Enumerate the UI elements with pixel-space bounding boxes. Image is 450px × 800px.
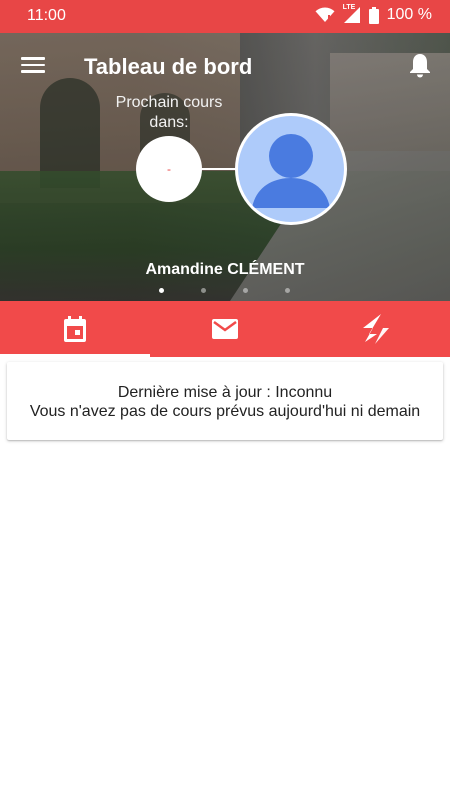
schedule-card: Dernière mise à jour : Inconnu Vous n'av… — [7, 362, 443, 440]
carousel-dot[interactable] — [159, 288, 164, 293]
menu-icon — [21, 57, 45, 60]
tab-bar — [0, 301, 450, 357]
tab-activity[interactable] — [300, 301, 450, 357]
last-update-text: Dernière mise à jour : Inconnu — [117, 384, 333, 401]
next-course-label: Prochain cours dans: — [115, 94, 223, 131]
lightning-icon — [363, 314, 389, 344]
notifications-button[interactable] — [409, 52, 435, 80]
calendar-icon — [64, 316, 86, 342]
user-avatar-icon — [238, 116, 344, 222]
battery-icon — [368, 6, 379, 24]
battery-percent: 100 % — [386, 6, 432, 23]
status-time: 11:00 — [27, 7, 66, 24]
avatar[interactable] — [235, 113, 347, 225]
tab-messages[interactable] — [150, 301, 300, 357]
page-title: Tableau de bord — [84, 54, 253, 79]
mail-icon — [212, 319, 238, 339]
no-courses-message: Vous n'avez pas de cours prévus aujourd'… — [29, 403, 421, 420]
carousel-dot[interactable] — [285, 288, 290, 293]
status-icons: LTE 100 % — [315, 4, 432, 24]
network-type: LTE — [342, 4, 356, 11]
carousel-dot[interactable] — [201, 288, 206, 293]
dashboard-header: Tableau de bord Prochain cours dans: - A… — [0, 33, 450, 301]
bell-icon — [410, 54, 430, 78]
user-name: Amandine CLÉMENT — [145, 261, 305, 278]
cell-signal-icon: LTE — [342, 4, 361, 24]
carousel-dot[interactable] — [243, 288, 248, 293]
status-bar: 11:00 LTE 100 % — [0, 0, 450, 33]
countdown-value: - — [167, 162, 171, 176]
tab-calendar[interactable] — [0, 301, 150, 357]
next-course-countdown: - — [136, 136, 202, 202]
wifi-icon — [315, 7, 335, 23]
connector-line — [201, 168, 237, 170]
menu-button[interactable] — [20, 54, 46, 80]
